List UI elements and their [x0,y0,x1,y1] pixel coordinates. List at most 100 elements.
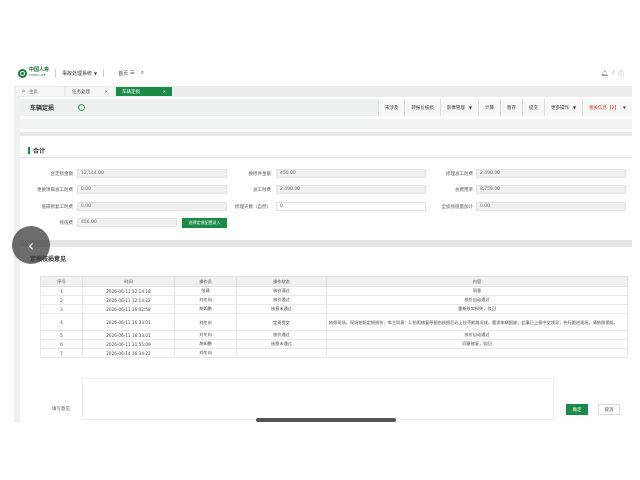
select-config-button[interactable]: 选择定损配置录入 [182,218,227,228]
cell-status: 核价通过 [236,286,327,296]
cell-time: 2026-06-11 16:33:01 [82,313,175,331]
opinion-input-label: 填写意见 [52,407,70,412]
col-header: 内容 [326,276,628,287]
tab-label: 主页 [28,89,38,95]
cell-operator: 刘冬向 [174,313,237,331]
cell-status: 定损提交 [236,313,327,331]
cell-time: 2026-06-11 12:14:22 [82,295,175,305]
action-calculate-button[interactable]: 计算 [477,99,500,116]
top-header: 中国人寿 CHINA LIFE 事故处理系统 ▼ 首页 ☰ ⌕ 🔔︎ | ⓘ [12,62,632,84]
system-selector[interactable]: 事故处理系统 [62,70,92,77]
parts-label: 换修件金额 [248,172,272,177]
labor-label: 总工时费 [253,188,271,193]
cell-operator: 张建 [174,286,237,296]
home-link[interactable]: 首页 ☰ [118,70,135,77]
tab-home[interactable]: ⌂ 主页 [16,87,64,96]
table-row: 3 2026-06-11 16:02:58 胡如鹏 核损未通过 重新核实损失，驳… [40,304,628,314]
table-row: 1 2026-06-11 12:14:18 张建 核价通过 同意 [40,286,628,296]
outsource-field[interactable]: 0.00 [77,202,227,211]
cell-operator: 刘冬向 [174,295,237,305]
cell-no: 3 [40,304,83,314]
bell-icon[interactable]: 🔔︎ [601,70,609,77]
opinion-textarea[interactable] [82,378,554,420]
cell-status [236,348,327,358]
divider [20,132,632,136]
cell-time: 2026-06-11 12:14:18 [82,286,175,296]
table-header-row: 序号 时间 操作员 操作状态 内容 [40,276,628,287]
extra-field[interactable]: 0.00 [77,185,227,194]
opinion-section-title: 定损核损意见 [30,256,67,263]
cell-content: 同意 [326,286,628,296]
cancel-button[interactable]: 取消 [598,404,620,415]
action-image-manage-button[interactable]: 影像管理 ▼ [439,99,478,116]
total-loss-field[interactable]: 12,144.00 [77,169,227,178]
cell-operator: 胡如鹏 [174,339,237,349]
help-icon[interactable]: ⓘ [618,69,624,78]
cell-time: 2026-06-14 16:34:22 [82,348,175,358]
cell-operator: 胡如鹏 [174,304,237,314]
confirm-button[interactable]: 确定 [566,404,588,415]
search-icon[interactable]: ⌕ [141,69,144,77]
paint-field[interactable]: 8,759.00 [476,185,626,194]
menu-icon[interactable]: ☰ [130,70,134,76]
close-icon[interactable]: ✕ [105,89,108,94]
action-label: 影像管理 [446,105,465,111]
table-row: 7 2026-06-14 16:34:22 刘冬向 [40,348,628,358]
cell-no: 4 [40,313,83,331]
tab-vehicle-assessment[interactable]: 车辆定损 ✕ [116,87,172,96]
info-strip [20,119,632,129]
tab-bar: ⌂ 主页 任务处理 ✕ 车辆定损 ✕ [14,86,632,97]
cell-content: 同意修复，驳回 [326,339,628,349]
tab-task[interactable]: 任务处理 ✕ [66,87,114,96]
opinion-table: 序号 时间 操作员 操作状态 内容 1 2026-06-11 12:14:18 … [40,276,628,358]
section-divider [20,240,632,247]
cell-time: 2026-06-11 16:33:01 [82,330,175,340]
action-transfer-button[interactable]: 转报价核损 [404,99,440,116]
repair-field[interactable]: 2,490.00 [476,169,626,178]
outsource-label: 低碳修复工时费 [41,205,74,210]
residual-field[interactable]: 0.00 [476,202,626,211]
tab-label: 任务处理 [72,89,90,95]
action-submit-button[interactable]: 提交 [521,99,544,116]
repair-days-input[interactable]: 0 [276,202,426,211]
action-label: 相关信息【2】 [589,105,619,111]
col-header: 序号 [40,276,83,287]
cell-status: 核价通过 [236,330,327,340]
parts-field[interactable]: 450.00 [276,169,426,178]
status-circle-icon [78,104,86,111]
cell-content: 依照现场，现场拍照定损损伤，车主同意：1.拍照修复原损伤核损后必上拉不能路况成，… [326,313,628,331]
labor-field[interactable]: 2,490.00 [276,185,426,194]
cell-time: 2026-06-11 16:02:58 [82,304,175,314]
cell-no: 7 [40,348,83,358]
cell-operator: 刘冬向 [174,330,237,340]
remnant-field[interactable]: 456.00 [77,218,177,227]
tab-label: 车辆定损 [122,89,140,95]
action-save-button[interactable]: 暂存 [499,99,522,116]
page-title: 车辆定损 [30,105,55,112]
cell-status: 核损未通过 [236,304,327,314]
section-title-text: 合计 [33,148,46,155]
action-toolbar: 未涉及 转报价核损 影像管理 ▼ 计算 暂存 提交 更多操作 ▼ 相关信息【2】 ▼ [377,99,632,116]
col-header: 时间 [82,276,175,287]
cell-no: 2 [40,295,83,305]
close-icon[interactable]: ✕ [163,89,166,94]
cell-status: 核价通过 [236,295,327,305]
divider [20,157,632,158]
divider [55,69,57,77]
action-not-involved-button[interactable]: 未涉及 [377,99,405,116]
action-more-button[interactable]: 更多操作 ▼ [543,99,583,116]
action-label: 更多操作 [550,105,569,111]
home-icon: ⌂ [22,89,25,94]
col-header: 操作状态 [236,276,327,287]
chevron-down-icon[interactable]: ▼ [94,71,97,76]
cell-no: 6 [40,339,83,349]
table-row: 4 2026-06-11 16:33:01 刘冬向 定损提交 依照现场，现场拍照… [40,313,628,331]
chevron-down-icon: ▼ [468,105,472,110]
cell-no: 1 [40,286,83,296]
cell-status: 核损未通过 [236,339,327,349]
chevron-left-icon: ‹ [27,235,35,255]
cell-time: 2026-06-11 21:55:09 [82,339,175,349]
horizontal-scrollbar[interactable] [256,418,396,422]
action-related-info-button[interactable]: 相关信息【2】 ▼ [582,99,632,116]
logo-en-text: CHINA LIFE [29,73,46,77]
